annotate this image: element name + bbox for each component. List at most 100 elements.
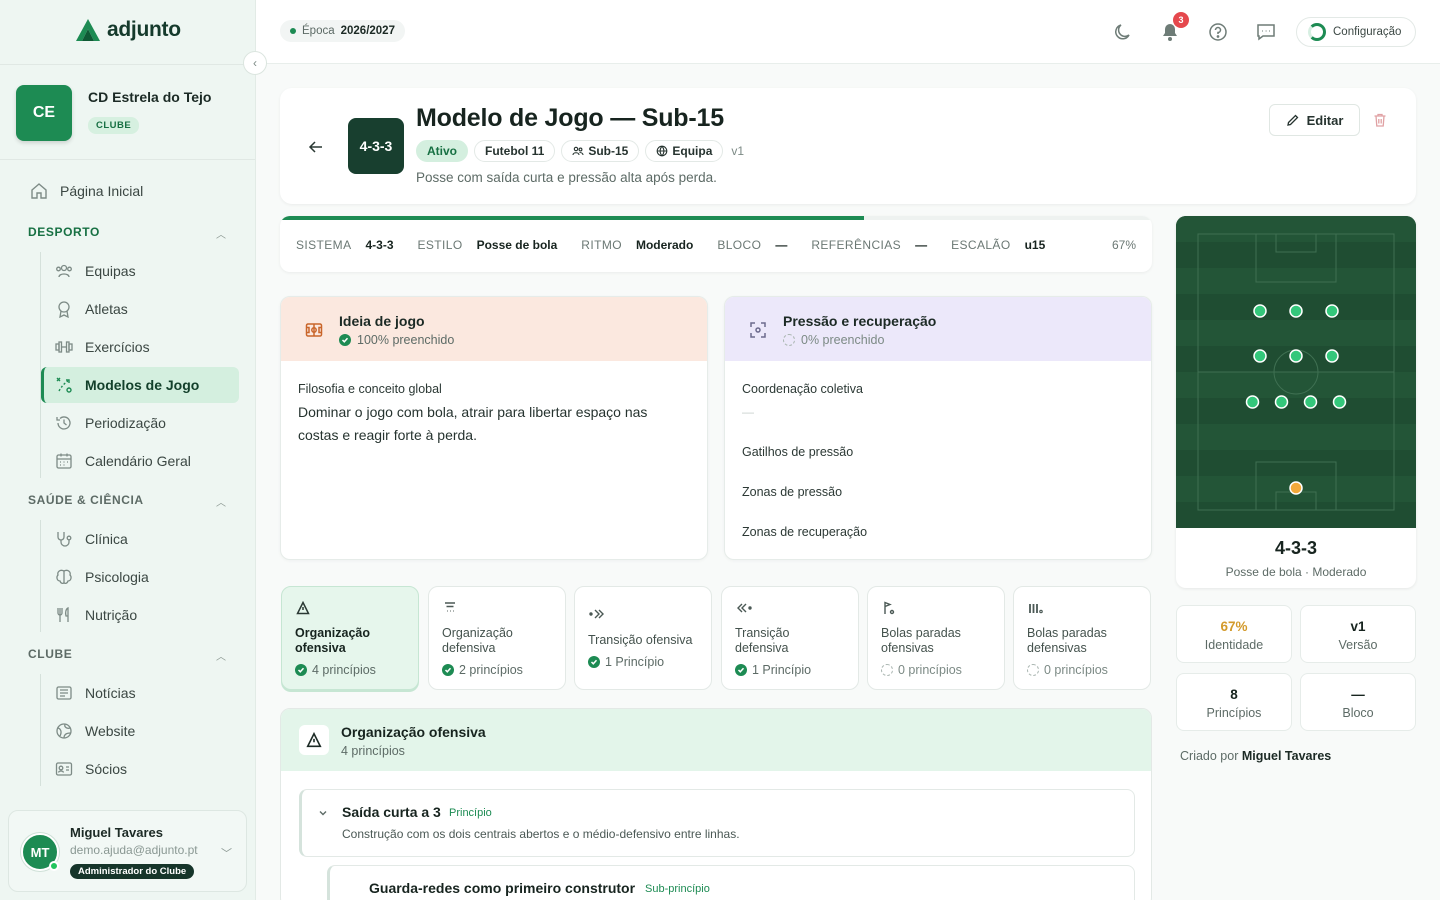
stat-value: —: [1351, 687, 1365, 702]
sidebar-item-modelos-de-jogo[interactable]: Modelos de Jogo: [55, 376, 199, 394]
completion-progress: [280, 216, 865, 220]
principles-section: Organização ofensiva 4 princípios Saída …: [280, 708, 1152, 900]
tab-organizacao-defensiva[interactable]: Organização defensiva 2 princípios: [428, 586, 566, 690]
summary-value: —: [775, 238, 788, 252]
season-label: Época: [302, 25, 335, 37]
dumbbell-icon: [55, 338, 73, 356]
collapse-sidebar-button[interactable]: ‹: [243, 51, 267, 75]
phase-label: Transição ofensiva: [588, 633, 693, 647]
calendar-icon: [55, 452, 73, 470]
chevron-down-icon: ﹀: [221, 848, 232, 860]
subprinciple-item[interactable]: Guarda-redes como primeiro construtor Su…: [327, 865, 1135, 900]
stat-label: Princípios: [1206, 706, 1262, 720]
message-icon[interactable]: [1255, 21, 1277, 43]
summary-value: u15: [1024, 238, 1046, 252]
sidebar-item-calendario-geral[interactable]: Calendário Geral: [55, 452, 191, 470]
empty-progress-icon: [881, 664, 893, 676]
chevron-up-icon[interactable]: ︿: [216, 648, 226, 663]
sidebar-item-socios[interactable]: Sócios: [55, 760, 127, 778]
back-arrow-icon[interactable]: [307, 138, 325, 156]
focus-target-icon: [749, 321, 771, 343]
formation-description: Posse de bola · Moderado: [1225, 565, 1367, 579]
sidebar-item-periodizacao[interactable]: Periodização: [55, 414, 166, 432]
phase-count: 0 princípios: [1027, 663, 1108, 677]
stat-value: v1: [1350, 619, 1366, 634]
newspaper-icon: [55, 684, 73, 702]
pressure-field-value: —: [742, 405, 754, 419]
soccer-goal-icon: [305, 321, 327, 343]
formation-card[interactable]: 4-3-3 Posse de bola · Moderado: [1176, 216, 1416, 588]
sidebar-item-equipas[interactable]: Equipas: [55, 262, 136, 280]
sidebar-item-nutricao[interactable]: Nutrição: [55, 606, 137, 624]
summary-value: 4-3-3: [365, 238, 394, 252]
globe-icon: [55, 722, 73, 740]
sidebar-item-psicologia[interactable]: Psicologia: [55, 568, 149, 586]
moon-icon[interactable]: [1112, 21, 1134, 43]
phase-label: Organização: [442, 626, 513, 640]
configuration-button[interactable]: Configuração: [1296, 17, 1416, 47]
player-marker: [1325, 304, 1339, 318]
empty-progress-icon: [1027, 664, 1039, 676]
chevron-up-icon[interactable]: ︿: [216, 494, 226, 509]
created-by: Criado por Miguel Tavares: [1180, 749, 1331, 763]
check-circle-icon: [735, 664, 747, 676]
stat-identidade: 67% Identidade: [1176, 605, 1292, 663]
tab-bolas-paradas-ofensivas[interactable]: Bolas paradas ofensivas 0 princípios: [867, 586, 1005, 690]
summary-value: —: [915, 238, 928, 252]
club-panel[interactable]: CE CD Estrela do Tejo CLUBE: [0, 64, 255, 160]
history-icon: [55, 414, 73, 432]
defensive-lines-icon: [443, 601, 457, 615]
tab-organizacao-ofensiva[interactable]: Organização ofensiva 4 princípios: [281, 586, 419, 690]
scope-label: Equipa: [672, 144, 713, 158]
phase-label: defensiva: [735, 641, 789, 655]
idea-card-title: Ideia de jogo: [339, 313, 425, 329]
summary-label: ESCALÃO: [951, 238, 1011, 252]
sidebar-item-label: Nutrição: [85, 607, 138, 623]
chevron-up-icon[interactable]: ︿: [216, 226, 226, 241]
help-icon[interactable]: [1207, 21, 1229, 43]
forward-chevrons-icon: [589, 607, 605, 621]
online-status-dot: [49, 861, 59, 871]
created-by-name: Miguel Tavares: [1241, 749, 1332, 763]
stat-label: Bloco: [1342, 706, 1374, 720]
tab-transicao-ofensiva[interactable]: Transição ofensiva 1 Princípio: [574, 586, 712, 690]
sidebar-item-home[interactable]: Página Inicial: [30, 182, 143, 200]
phase-label: ofensiva: [295, 641, 346, 655]
nav-section-desporto[interactable]: DESPORTO: [28, 225, 100, 239]
nav-section-clube[interactable]: CLUBE: [28, 647, 72, 661]
player-marker: [1325, 349, 1339, 363]
summary-label: RITMO: [581, 238, 622, 252]
trash-icon[interactable]: [1372, 112, 1388, 128]
user-menu[interactable]: MT Miguel Tavares demo.ajuda@adjunto.pt …: [8, 810, 247, 892]
sidebar-item-clinica[interactable]: Clínica: [55, 530, 128, 548]
tab-transicao-defensiva[interactable]: Transição defensiva 1 Princípio: [721, 586, 859, 690]
corner-flag-icon: [882, 601, 896, 615]
season-selector[interactable]: Época 2026/2027: [280, 20, 405, 42]
chevron-down-icon[interactable]: [318, 808, 328, 818]
pressure-card-status: 0% preenchido: [783, 333, 884, 347]
sidebar-item-website[interactable]: Website: [55, 722, 135, 740]
pressure-card-title: Pressão e recuperação: [783, 313, 937, 329]
club-avatar: CE: [16, 85, 72, 141]
stat-versao: v1 Versão: [1300, 605, 1416, 663]
sidebar-item-noticias[interactable]: Notícias: [55, 684, 136, 702]
idea-card[interactable]: Ideia de jogo 100% preenchido Filosofia …: [280, 296, 708, 560]
edit-button[interactable]: Editar: [1269, 104, 1360, 136]
summary-label: SISTEMA: [296, 238, 352, 252]
sidebar-item-exercicios[interactable]: Exercícios: [55, 338, 150, 356]
player-marker: [1332, 395, 1347, 409]
pressure-card[interactable]: Pressão e recuperação 0% preenchido Coor…: [724, 296, 1152, 560]
phase-count: 2 princípios: [442, 663, 523, 677]
globe-icon: [656, 145, 668, 157]
completion-percent: 67%: [1111, 238, 1136, 252]
sidebar-item-atletas[interactable]: Atletas: [55, 300, 128, 318]
tab-bolas-paradas-defensivas[interactable]: Bolas paradas defensivas 0 princípios: [1013, 586, 1151, 690]
phase-label: Organização: [295, 626, 371, 640]
nav-section-saude[interactable]: SAÚDE & CIÊNCIA: [28, 493, 144, 507]
formation-badge: 4-3-3: [348, 118, 404, 174]
formation-name: 4-3-3: [1274, 538, 1318, 558]
stat-principios: 8 Princípios: [1176, 673, 1292, 731]
summary-label: BLOCO: [717, 238, 762, 252]
principle-item[interactable]: Saída curta a 3 Princípio Construção com…: [299, 789, 1135, 857]
brand-logo[interactable]: adjunto: [75, 18, 181, 42]
